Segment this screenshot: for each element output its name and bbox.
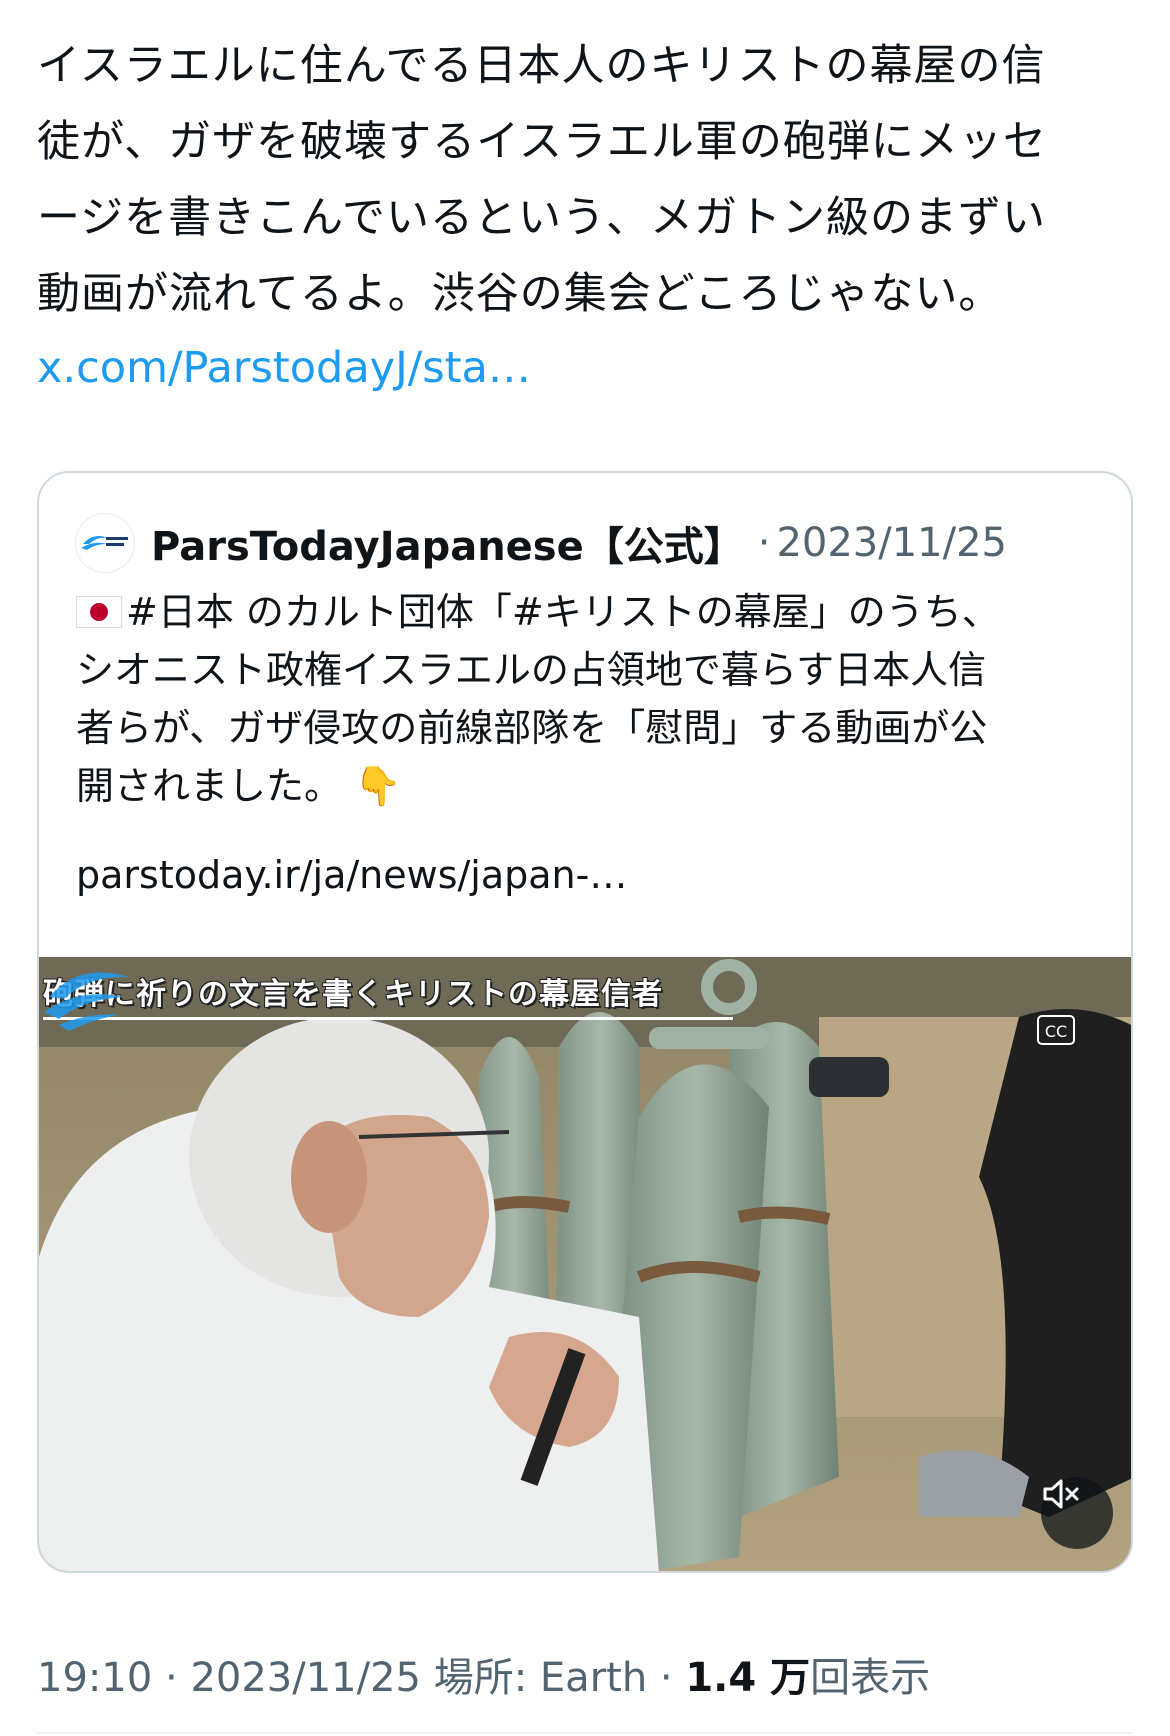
location-label: 場所: [433, 1655, 528, 1701]
quoted-tweet-body: #日本 のカルト団体「#キリストの幕屋」のうち、 シオニスト政権イスラエルの占領… [76, 583, 1096, 815]
quoted-tweet-text: #日本 のカルト団体「#キリストの幕屋」のうち、 シオニスト政権イスラエルの占領… [76, 590, 1000, 808]
avatar[interactable] [75, 513, 135, 573]
tweet-link[interactable]: x.com/ParstodayJ/sta… [37, 330, 531, 406]
tweet-text: イスラエルに住んでる日本人のキリストの幕屋の信 徒が、ガザを破壊するイスラエル軍… [37, 41, 1047, 319]
parstoday-logo-icon [81, 536, 128, 550]
separator-dot: · [165, 1655, 178, 1701]
japan-flag-icon [76, 596, 122, 628]
tweet-date[interactable]: 2023/11/25 [190, 1655, 421, 1701]
separator-dot: · [757, 520, 771, 566]
quoted-tweet-header: ParsTodayJapanese【公式】 · 2023/11/25 [75, 511, 1007, 575]
quoted-tweet-date[interactable]: 2023/11/25 [776, 520, 1007, 566]
divider [37, 1732, 1133, 1734]
location-value[interactable]: Earth [540, 1655, 647, 1701]
views-count[interactable]: 1.4 万 [685, 1655, 810, 1701]
tweet-time[interactable]: 19:10 [37, 1655, 152, 1701]
quoted-tweet-url[interactable]: parstoday.ir/ja/news/japan-… [76, 846, 627, 904]
quoted-author-name[interactable]: ParsTodayJapanese【公式】 [151, 514, 744, 572]
watermark-logo-icon [44, 972, 129, 1031]
views-label: 回表示 [810, 1655, 931, 1701]
video-player[interactable]: 砲弾に祈りの文言を書くキリストの幕屋信者 CC [39, 957, 1131, 1571]
tweet-metadata: 19:10 · 2023/11/25 場所: Earth · 1.4 万回表示 [37, 1645, 930, 1703]
muted-speaker-icon [1043, 1479, 1079, 1509]
separator-dot: · [659, 1655, 673, 1701]
video-frame [39, 957, 1131, 1571]
mute-button[interactable] [1041, 1477, 1113, 1549]
captions-button[interactable]: CC [1037, 1015, 1075, 1045]
quoted-tweet-card[interactable]: ParsTodayJapanese【公式】 · 2023/11/25 #日本 の… [37, 471, 1133, 1573]
